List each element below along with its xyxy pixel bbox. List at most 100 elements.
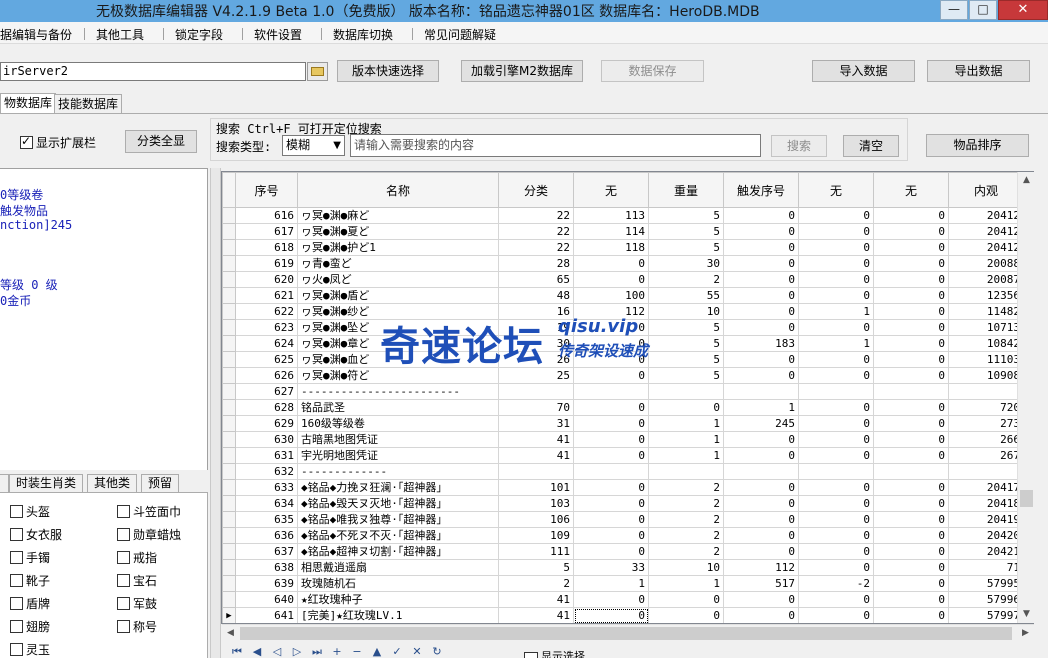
row-selector[interactable]	[222, 447, 236, 464]
table-cell[interactable]	[948, 463, 1024, 480]
row-selector[interactable]	[222, 239, 236, 256]
row-selector[interactable]	[222, 415, 236, 432]
table-row[interactable]: 618 ヮ冥●渊●护ど1 22 118 5 0 0 0 20412	[222, 239, 1024, 256]
table-cell[interactable]: 1	[573, 575, 649, 592]
confirm-icon[interactable]: ✓	[390, 646, 404, 658]
table-cell[interactable]: 0	[873, 255, 949, 272]
table-cell[interactable]: 0	[798, 271, 874, 288]
subtab-hidden[interactable]	[0, 474, 9, 493]
table-cell[interactable]: 618	[235, 239, 298, 256]
table-cell[interactable]: 玫瑰随机石	[297, 575, 499, 592]
table-cell[interactable]: 0	[798, 287, 874, 304]
table-cell[interactable]: 0	[798, 591, 874, 608]
category-checkbox[interactable]: 勋章蜡烛	[117, 526, 181, 543]
table-cell[interactable]: 57996	[948, 591, 1024, 608]
table-cell[interactable]: 0	[573, 351, 649, 368]
table-cell[interactable]: 20418	[948, 495, 1024, 512]
column-header[interactable]: 无	[873, 172, 949, 208]
table-cell[interactable]: 0	[573, 447, 649, 464]
table-cell[interactable]: 2	[648, 479, 724, 496]
menu-item-other-tools[interactable]: 其他工具	[96, 26, 144, 43]
table-cell[interactable]: 0	[723, 447, 799, 464]
table-cell[interactable]: 641	[235, 607, 298, 623]
add-icon[interactable]: +	[330, 646, 344, 658]
row-selector[interactable]	[222, 431, 236, 448]
table-cell[interactable]: 0	[723, 223, 799, 240]
category-checkbox[interactable]: 宝石	[117, 572, 157, 589]
horizontal-scrollbar[interactable]: ◀ ▶	[222, 624, 1034, 641]
row-selector[interactable]	[222, 591, 236, 608]
table-cell[interactable]: 103	[498, 495, 574, 512]
row-selector[interactable]	[222, 367, 236, 384]
table-cell[interactable]: 19	[498, 319, 574, 336]
table-row[interactable]: 627 ------------------------	[222, 383, 1024, 400]
table-cell[interactable]: 0	[723, 607, 799, 623]
table-row[interactable]: 630 古暗黑地图凭证 41 0 1 0 0 0 266	[222, 431, 1024, 448]
table-row[interactable]: 631 宇光明地图凭证 41 0 1 0 0 0 267	[222, 447, 1024, 464]
table-cell[interactable]: 111	[498, 543, 574, 560]
table-cell[interactable]: 273	[948, 415, 1024, 432]
table-cell[interactable]: 2	[498, 575, 574, 592]
table-cell[interactable]: 10908	[948, 367, 1024, 384]
row-selector[interactable]	[222, 319, 236, 336]
table-cell[interactable]: 0	[873, 559, 949, 576]
table-cell[interactable]: 0	[723, 479, 799, 496]
table-cell[interactable]: 632	[235, 463, 298, 480]
table-cell[interactable]: 633	[235, 479, 298, 496]
table-cell[interactable]: 0	[873, 479, 949, 496]
table-cell[interactable]: 0	[723, 287, 799, 304]
table-cell[interactable]: 0	[873, 575, 949, 592]
table-cell[interactable]: 625	[235, 351, 298, 368]
table-cell[interactable]: 0	[798, 479, 874, 496]
table-cell[interactable]: 640	[235, 591, 298, 608]
close-button[interactable]: ✕	[998, 0, 1048, 20]
table-row[interactable]: 622 ヮ冥●渊●纱ど 16 112 10 0 1 0 11482	[222, 303, 1024, 320]
category-checkbox[interactable]: 灵玉	[10, 641, 50, 658]
table-cell[interactable]: 0	[873, 223, 949, 240]
export-data-button[interactable]: 导出数据	[927, 60, 1030, 82]
table-cell[interactable]	[498, 463, 574, 480]
table-cell[interactable]: 0	[573, 527, 649, 544]
table-cell[interactable]: 0	[798, 543, 874, 560]
table-row[interactable]: 640 ★红玫瑰种子 41 0 0 0 0 0 57996	[222, 591, 1024, 608]
table-cell[interactable]: 0	[873, 607, 949, 623]
table-cell[interactable]: 0	[798, 559, 874, 576]
table-cell[interactable]: 28	[498, 255, 574, 272]
table-cell[interactable]: 636	[235, 527, 298, 544]
category-checkbox[interactable]: 称号	[117, 618, 157, 635]
sort-items-button[interactable]: 物品排序	[926, 134, 1029, 157]
search-button[interactable]: 搜索	[771, 135, 827, 157]
refresh-icon[interactable]: ↻	[430, 646, 444, 658]
category-checkbox[interactable]: 女衣服	[10, 526, 62, 543]
table-cell[interactable]: 0	[723, 495, 799, 512]
table-cell[interactable]: 16	[498, 303, 574, 320]
table-row[interactable]: 639 玫瑰随机石 2 1 1 517 -2 0 57995	[222, 575, 1024, 592]
table-cell[interactable]: 0	[798, 415, 874, 432]
table-cell[interactable]: 628	[235, 399, 298, 416]
table-cell[interactable]: 631	[235, 447, 298, 464]
table-cell[interactable]: 2	[648, 527, 724, 544]
table-cell[interactable]: 0	[873, 303, 949, 320]
table-cell[interactable]: 65	[498, 271, 574, 288]
menu-item-switch-db[interactable]: 数据库切换	[333, 26, 393, 43]
table-cell[interactable]: 720	[948, 399, 1024, 416]
table-cell[interactable]: 5	[648, 207, 724, 224]
table-cell[interactable]: ◆铭品◆唯我ヌ独尊·「超神器」	[297, 511, 499, 528]
table-cell[interactable]: 0	[798, 447, 874, 464]
table-cell[interactable]: 266	[948, 431, 1024, 448]
show-all-categories-button[interactable]: 分类全显	[125, 130, 197, 153]
scroll-left-icon[interactable]: ◀	[222, 625, 239, 642]
table-cell[interactable]: 0	[723, 271, 799, 288]
table-row[interactable]: 632 -------------	[222, 463, 1024, 480]
table-cell[interactable]: 0	[573, 431, 649, 448]
table-cell[interactable]: 626	[235, 367, 298, 384]
row-selector[interactable]	[222, 399, 236, 416]
table-cell[interactable]: 30	[498, 335, 574, 352]
table-cell[interactable]: 22	[498, 207, 574, 224]
table-cell[interactable]: 11482	[948, 303, 1024, 320]
row-selector[interactable]	[222, 479, 236, 496]
table-cell[interactable]: 118	[573, 239, 649, 256]
table-cell[interactable]: 0	[798, 239, 874, 256]
table-row[interactable]: 636 ◆铭品◆不死ヌ不灭·「超神器」 109 0 2 0 0 0 20420	[222, 527, 1024, 544]
row-selector[interactable]	[222, 575, 236, 592]
